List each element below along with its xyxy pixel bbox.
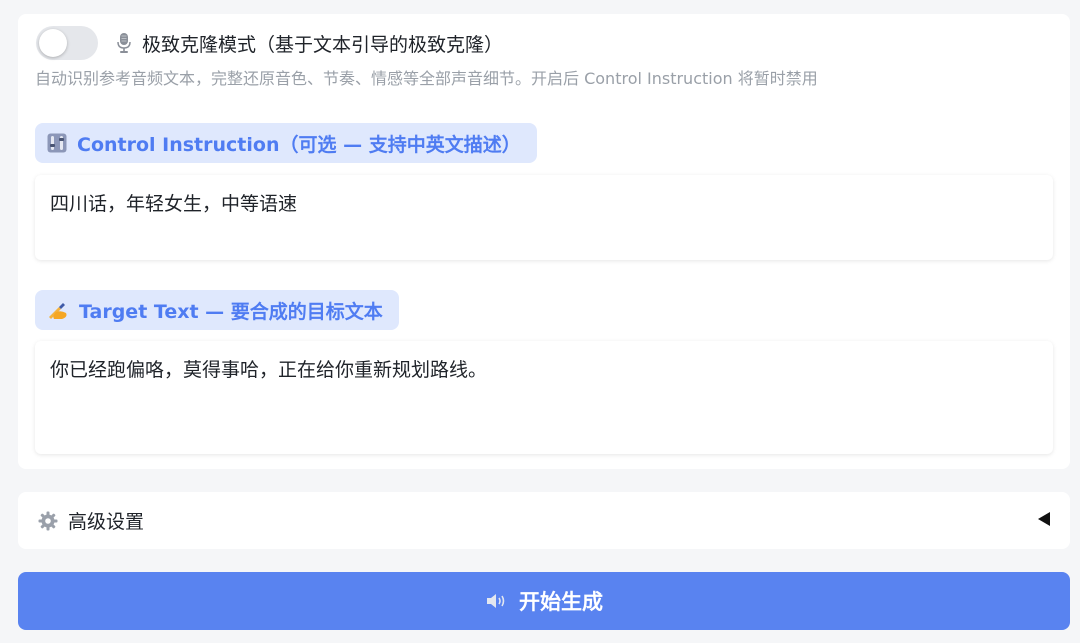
tts-panel: 极致克隆模式（基于文本引导的极致克隆） 自动识别参考音频文本，完整还原音色、节奏… <box>0 0 1080 643</box>
advanced-settings-label: 高级设置 <box>68 511 145 533</box>
target-text-label: Target Text — 要合成的目标文本 <box>35 290 399 330</box>
generate-button[interactable]: 开始生成 <box>18 572 1070 630</box>
advanced-settings-accordion[interactable]: 高级设置 <box>18 492 1070 549</box>
speaker-icon <box>485 591 509 611</box>
target-text-label-text: Target Text — 要合成的目标文本 <box>79 300 383 323</box>
clone-mode-help: 自动识别参考音频文本，完整还原音色、节奏、情感等全部声音细节。开启后 Contr… <box>35 69 818 88</box>
microphone-icon <box>116 32 132 54</box>
generate-button-label: 开始生成 <box>519 590 603 614</box>
clone-mode-toggle[interactable] <box>36 26 98 60</box>
clone-mode-label: 极致克隆模式（基于文本引导的极致克隆） <box>142 33 504 56</box>
writing-hand-icon <box>47 300 69 320</box>
target-text-input[interactable]: 你已经跑偏咯，莫得事哈，正在给你重新规划路线。 <box>35 341 1053 454</box>
clone-mode-row: 极致克隆模式（基于文本引导的极致克隆） <box>36 26 503 60</box>
caret-left-icon[interactable] <box>1038 512 1050 526</box>
input-card: 极致克隆模式（基于文本引导的极致克隆） 自动识别参考音频文本，完整还原音色、节奏… <box>18 14 1070 469</box>
control-instruction-label: Control Instruction（可选 — 支持中英文描述） <box>35 123 537 163</box>
toggle-knob <box>39 29 67 57</box>
gear-icon <box>38 511 58 531</box>
control-instruction-input[interactable]: 四川话，年轻女生，中等语速 <box>35 175 1053 260</box>
control-instruction-text: Control Instruction（可选 — 支持中英文描述） <box>77 133 521 156</box>
control-knobs-icon <box>47 133 67 153</box>
